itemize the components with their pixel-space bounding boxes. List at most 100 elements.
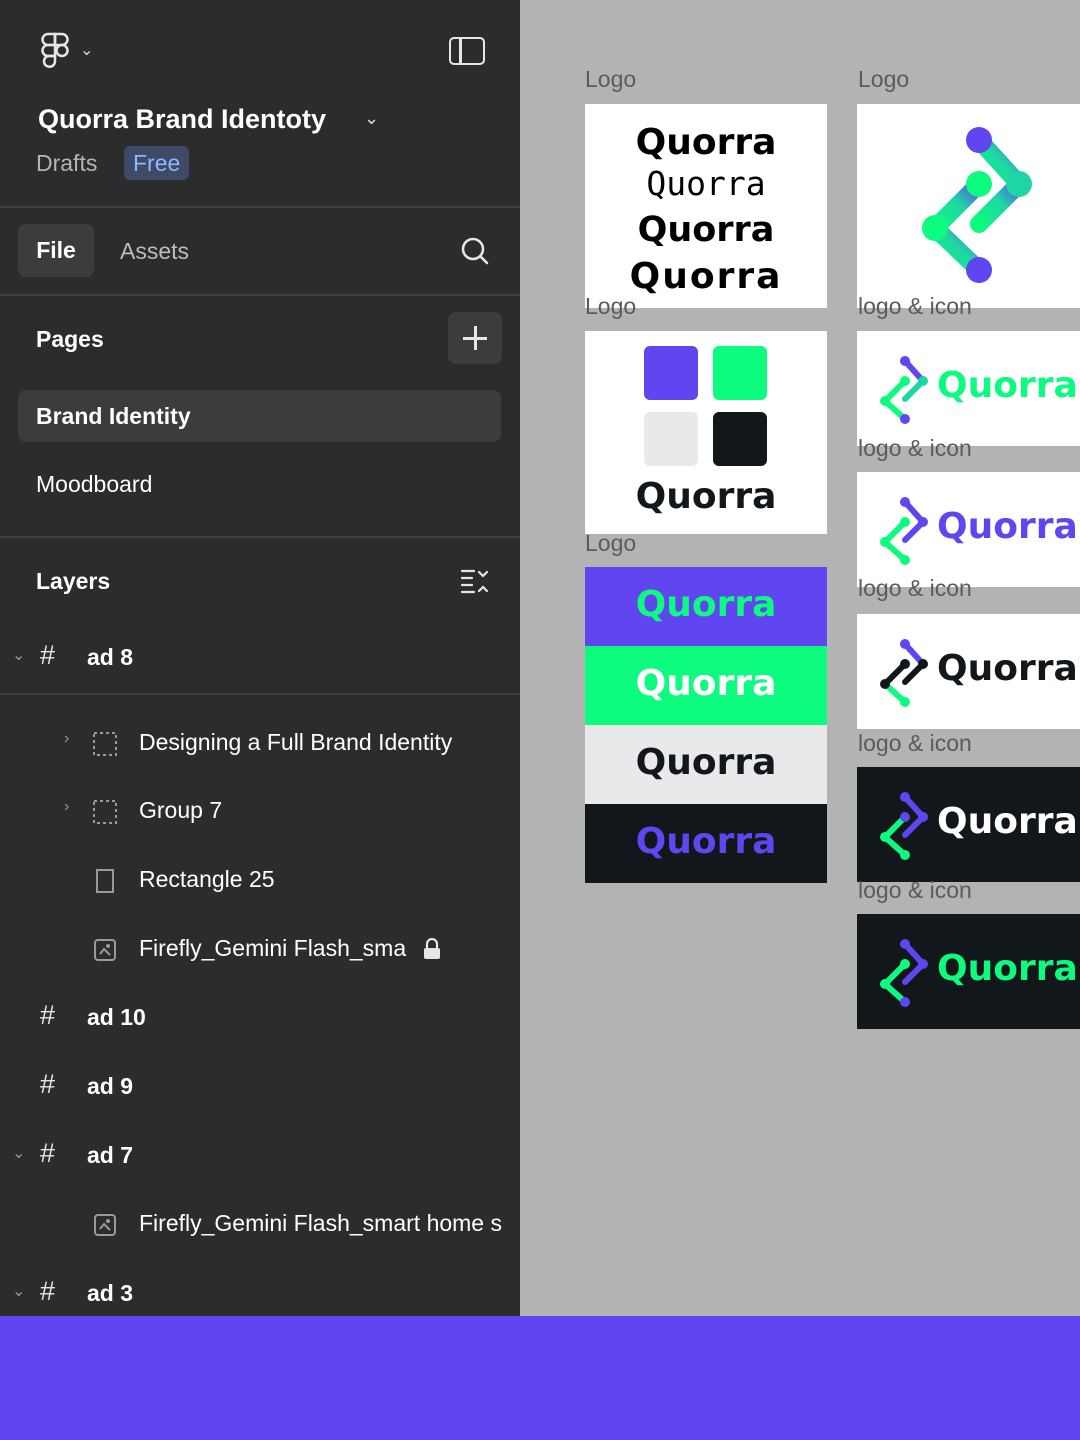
frame-label[interactable]: logo & icon bbox=[858, 730, 972, 757]
logo-color-variants-card[interactable]: Quorra Quorra Quorra Quorra bbox=[585, 567, 827, 883]
layer-name: Rectangle 25 bbox=[139, 866, 275, 892]
wordmark: Quorra bbox=[646, 164, 766, 203]
quorra-mark-icon bbox=[880, 497, 928, 565]
layer-name: Designing a Full Brand Identity bbox=[139, 729, 453, 755]
frame-label[interactable]: Logo bbox=[585, 530, 636, 557]
color-swatch-dark bbox=[713, 412, 767, 466]
layer-row[interactable]: › Group 7 bbox=[0, 781, 520, 841]
group-icon bbox=[93, 732, 117, 756]
chevron-down-icon[interactable]: ⌄ bbox=[12, 645, 25, 665]
layer-row[interactable]: # ad 10 bbox=[0, 988, 520, 1048]
layer-row[interactable]: ⌄ # ad 3 bbox=[0, 1264, 520, 1316]
frame-label[interactable]: logo & icon bbox=[858, 575, 972, 602]
layer-name: ad 8 bbox=[87, 644, 134, 670]
wordmark: Quorra bbox=[635, 821, 777, 862]
logo-lockup-card[interactable]: Quorra bbox=[857, 331, 1080, 446]
image-icon bbox=[94, 939, 116, 961]
divider bbox=[0, 294, 520, 296]
page-item-moodboard[interactable]: Moodboard bbox=[18, 458, 501, 510]
page-item-brand-identity[interactable]: Brand Identity bbox=[18, 390, 501, 442]
file-title[interactable]: Quorra Brand Identoty bbox=[38, 104, 326, 135]
divider bbox=[0, 536, 520, 538]
logo-lockup-card[interactable]: Quorra bbox=[857, 767, 1080, 882]
quorra-mark-icon bbox=[880, 639, 928, 707]
variant-green: Quorra bbox=[585, 646, 827, 725]
chevron-right-icon[interactable]: › bbox=[64, 798, 69, 816]
add-page-button[interactable] bbox=[448, 312, 502, 364]
tab-assets[interactable]: Assets bbox=[120, 238, 189, 265]
chevron-right-icon[interactable]: › bbox=[64, 730, 69, 748]
quorra-mark-icon bbox=[922, 127, 1032, 283]
image-icon bbox=[94, 1214, 116, 1236]
tab-file[interactable]: File bbox=[18, 224, 94, 277]
wordmark: Quorra bbox=[629, 256, 783, 297]
frame-label[interactable]: logo & icon bbox=[858, 293, 972, 320]
wordmark: Quorra bbox=[937, 801, 1078, 842]
main-menu-chevron-icon[interactable]: ⌄ bbox=[80, 40, 93, 60]
layer-row[interactable]: Rectangle 25 bbox=[0, 850, 520, 910]
file-menu-chevron-icon[interactable]: ⌄ bbox=[364, 108, 379, 129]
layer-row[interactable]: › Designing a Full Brand Identity bbox=[0, 713, 520, 773]
figma-logo-icon[interactable] bbox=[38, 32, 72, 70]
frame-icon: # bbox=[40, 1276, 56, 1306]
file-location[interactable]: Drafts bbox=[36, 150, 97, 177]
layer-name: Firefly_Gemini Flash_sma bbox=[139, 935, 407, 961]
wordmark: Quorra bbox=[937, 648, 1078, 689]
logo-lockup-card[interactable]: Quorra bbox=[857, 614, 1080, 729]
wordmark: Quorra bbox=[635, 663, 777, 704]
variant-dark: Quorra bbox=[585, 804, 827, 883]
left-sidebar: ⌄ Quorra Brand Identoty ⌄ Drafts Free Fi… bbox=[0, 0, 520, 1316]
lock-icon[interactable] bbox=[423, 938, 441, 960]
color-swatch-light-gray bbox=[644, 412, 698, 466]
toggle-sidebar-icon[interactable] bbox=[449, 37, 485, 65]
chevron-down-icon[interactable]: ⌄ bbox=[12, 1281, 25, 1301]
logo-icon-card[interactable] bbox=[857, 104, 1080, 308]
layer-name: ad 7 bbox=[87, 1142, 134, 1168]
layer-row[interactable]: ⌄ # ad 7 bbox=[0, 1126, 520, 1186]
frame-icon: # bbox=[40, 1069, 56, 1099]
group-icon bbox=[93, 800, 117, 824]
layer-name: ad 9 bbox=[87, 1073, 134, 1099]
wordmark: Quorra bbox=[635, 122, 777, 163]
quorra-mark-icon bbox=[880, 792, 928, 860]
file-header: ⌄ Quorra Brand Identoty ⌄ Drafts Free bbox=[0, 0, 520, 206]
wordmark: Quorra bbox=[635, 476, 777, 517]
layer-name: ad 10 bbox=[87, 1004, 146, 1030]
frame-icon: # bbox=[40, 640, 56, 670]
frame-icon: # bbox=[40, 1138, 56, 1168]
divider bbox=[0, 206, 520, 208]
collapse-layers-icon[interactable] bbox=[460, 568, 490, 594]
chevron-down-icon[interactable]: ⌄ bbox=[12, 1143, 25, 1163]
logo-lockup-card[interactable]: Quorra bbox=[857, 914, 1080, 1029]
logo-palette-card[interactable]: Quorra bbox=[585, 331, 827, 534]
layer-name: Group 7 bbox=[139, 797, 223, 823]
logo-lockup-card[interactable]: Quorra bbox=[857, 472, 1080, 587]
layer-name: ad 3 bbox=[87, 1280, 134, 1306]
wordmark: Quorra bbox=[937, 948, 1078, 989]
variant-light: Quorra bbox=[585, 725, 827, 804]
layer-name: Firefly_Gemini Flash_smart home s bbox=[139, 1210, 502, 1236]
search-icon[interactable] bbox=[461, 237, 489, 265]
layer-row[interactable]: Firefly_Gemini Flash_sma bbox=[0, 919, 520, 979]
frame-label[interactable]: Logo bbox=[858, 66, 909, 93]
layers-heading: Layers bbox=[36, 568, 111, 594]
frame-icon: # bbox=[40, 1000, 56, 1030]
wordmark: Quorra bbox=[937, 365, 1078, 406]
layer-row[interactable]: ⌄ # ad 8 bbox=[0, 628, 520, 688]
logo-typography-card[interactable]: Quorra Quorra Quorra Quorra bbox=[585, 104, 827, 308]
plan-badge: Free bbox=[124, 146, 190, 180]
bottom-banner bbox=[0, 1316, 1080, 1440]
quorra-mark-icon bbox=[880, 939, 928, 1007]
frame-label[interactable]: logo & icon bbox=[858, 877, 972, 904]
wordmark: Quorra bbox=[635, 742, 777, 783]
color-swatch-green bbox=[713, 346, 767, 400]
divider bbox=[0, 693, 520, 695]
frame-label[interactable]: Logo bbox=[585, 66, 636, 93]
wordmark: Quorra bbox=[637, 210, 775, 250]
layer-row[interactable]: # ad 9 bbox=[0, 1057, 520, 1117]
wordmark: Quorra bbox=[937, 506, 1078, 547]
frame-label[interactable]: Logo bbox=[585, 293, 636, 320]
layer-row[interactable]: Firefly_Gemini Flash_smart home s bbox=[0, 1194, 520, 1254]
quorra-mark-icon bbox=[880, 356, 928, 424]
frame-label[interactable]: logo & icon bbox=[858, 435, 972, 462]
